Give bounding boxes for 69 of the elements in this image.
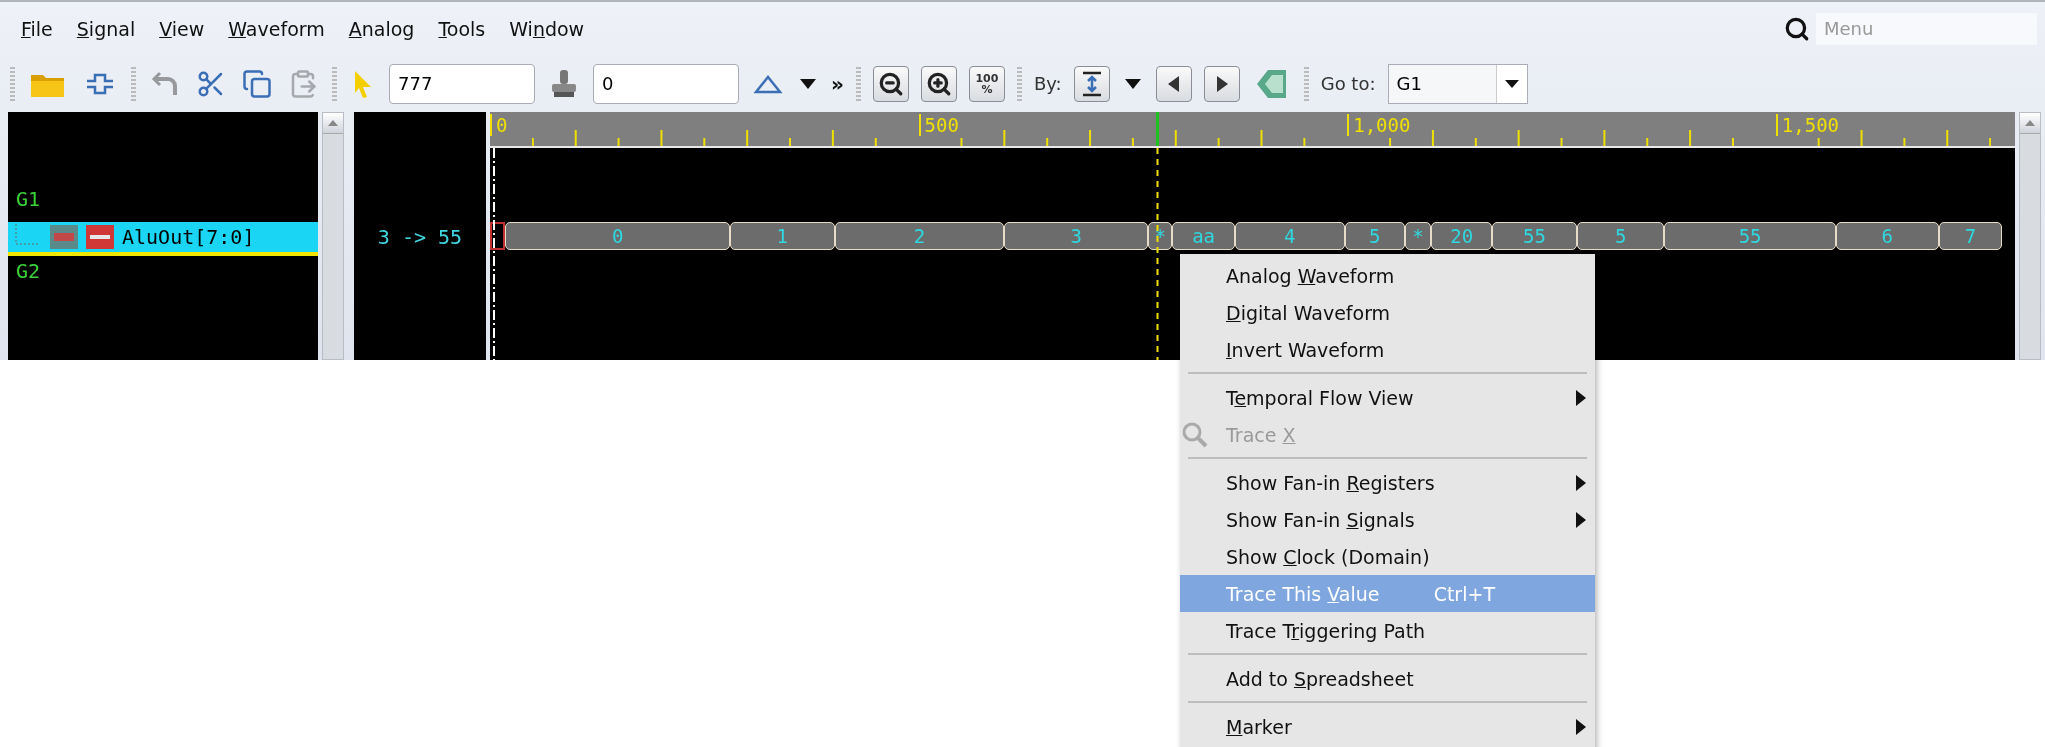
toolbar-grip [10, 66, 15, 101]
waveform-segment: 7 [1938, 222, 2003, 250]
signal-type-icon [86, 225, 114, 249]
waveform-segment: 3 [1004, 222, 1149, 250]
scroll-up-icon[interactable] [2024, 119, 2036, 127]
cursor-marker-icon [1156, 112, 1160, 146]
waveform-segment: 2 [834, 222, 1005, 250]
scrollbar[interactable] [322, 112, 344, 360]
context-menu-item[interactable]: Trace Triggering Path [1180, 612, 1595, 649]
ruler-label: 1,000 [1347, 114, 1411, 136]
context-menu-item[interactable]: Show Fan-in Signals [1180, 501, 1595, 538]
signal-value: 3 -> 55 [376, 224, 464, 251]
bus-icon [50, 225, 78, 249]
menu-item[interactable]: Waveform [228, 17, 325, 40]
toolbar-label: By: [1033, 73, 1062, 94]
zoom-in-button[interactable] [920, 65, 957, 102]
ruler-label: 0 [490, 114, 508, 136]
waveform-segment: 6 [1835, 222, 1939, 250]
toolbar-grip [131, 66, 136, 101]
zoom-fit-button[interactable]: 100 % [968, 65, 1005, 102]
waveform-segment: 55 [1664, 222, 1836, 250]
waveform-segment: 5 [1576, 222, 1665, 250]
waveform-segment: 4 [1234, 222, 1345, 250]
more-button[interactable]: » [831, 71, 844, 96]
dropdown-icon [1503, 78, 1520, 89]
next-button[interactable] [1203, 65, 1240, 102]
goto-combo[interactable]: G1 [1387, 63, 1528, 104]
zoom-out-button[interactable] [872, 65, 909, 102]
ruler-label: 1,500 [1775, 114, 1840, 136]
group-name[interactable]: G2 [16, 259, 41, 283]
previous-button[interactable] [1155, 65, 1192, 102]
menu-item[interactable]: Signal [76, 17, 136, 40]
menu-search-field[interactable]: Menu [1816, 12, 2037, 45]
time-field[interactable]: 0 [593, 63, 739, 104]
waveform-segment: 1 [730, 222, 835, 250]
context-menu-item[interactable]: Show Clock (Domain) [1180, 538, 1595, 575]
waveform-segment: 5 [1344, 222, 1405, 250]
context-menu-item[interactable]: Invert Waveform [1180, 331, 1595, 368]
waveform-segment: * [1404, 222, 1432, 250]
signal-row[interactable]: AluOut[7:0] [8, 222, 318, 256]
toolbar-grip [1016, 66, 1022, 101]
waveform-segment: 20 [1431, 222, 1493, 250]
context-menu-item[interactable]: Marker [1180, 708, 1595, 745]
toolbar-label: Go to: [1320, 73, 1376, 94]
context-menu-item[interactable]: Digital Waveform [1180, 294, 1595, 331]
ruler-label: 500 [918, 114, 959, 136]
waveform-segment: 55 [1492, 222, 1577, 250]
context-menu-item[interactable]: Show Fan-in Registers [1180, 464, 1595, 501]
scrollbar[interactable] [2019, 112, 2041, 360]
context-menu-item[interactable]: Add to Spreadsheet [1180, 660, 1595, 697]
menu-item[interactable]: File [21, 17, 53, 40]
menu-item[interactable]: Window [509, 17, 585, 40]
menu-item[interactable]: Tools [438, 17, 486, 40]
group-name[interactable]: G1 [16, 187, 41, 211]
menu-item[interactable]: View [159, 17, 205, 40]
toolbar-grip [332, 66, 337, 101]
step-by-button[interactable] [1073, 65, 1110, 102]
toolbar-grip [1303, 66, 1309, 101]
time-field[interactable]: 777 [389, 63, 535, 104]
toolbar-grip [855, 66, 861, 101]
menu-item[interactable]: Analog [348, 17, 415, 40]
waveform-segment: aa [1172, 222, 1235, 250]
scroll-up-icon[interactable] [327, 119, 339, 127]
shortcut-label: Ctrl+T [1433, 582, 1495, 605]
context-menu-item[interactable]: Temporal Flow View [1180, 379, 1595, 416]
search-icon[interactable] [1784, 15, 1810, 42]
context-menu-item[interactable]: Analog Waveform [1180, 257, 1595, 294]
waveform-segment: * [1148, 222, 1173, 250]
waveform-segment: 0 [505, 222, 730, 250]
